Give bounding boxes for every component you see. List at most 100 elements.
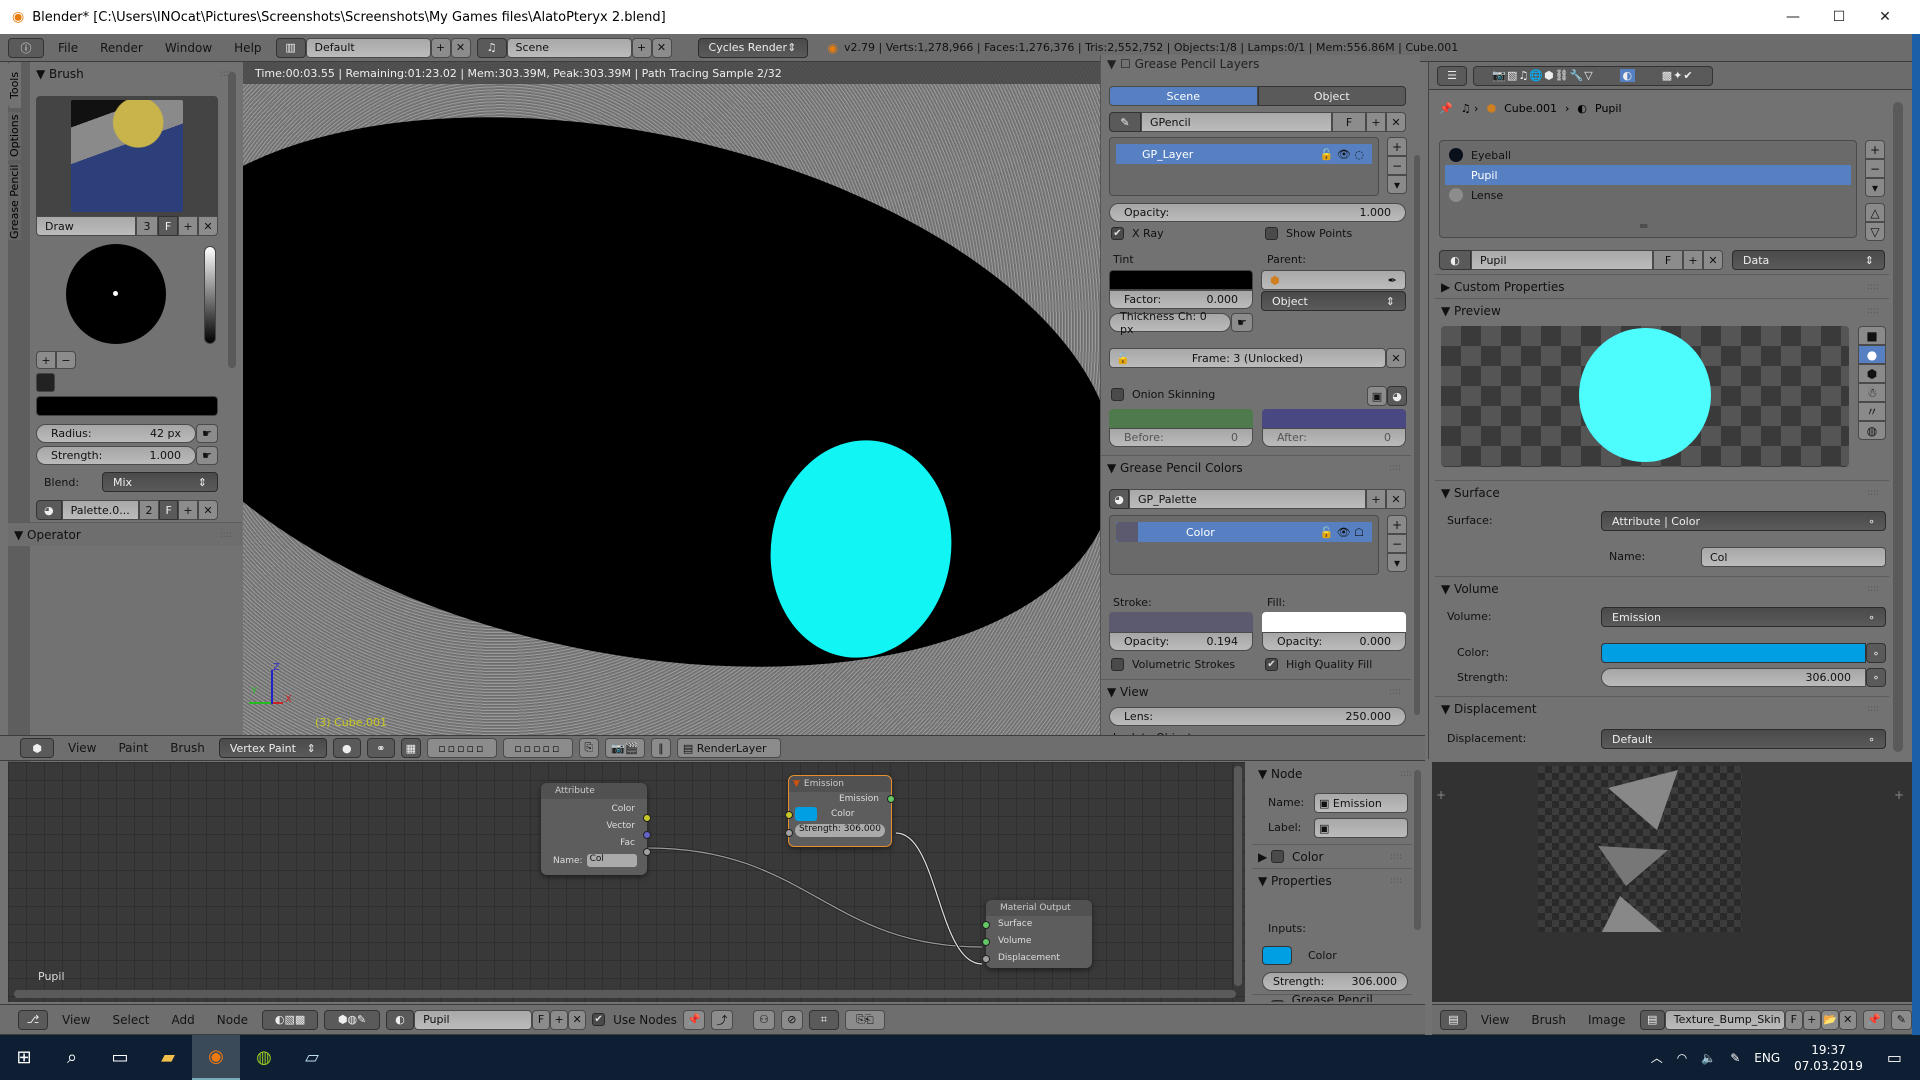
surface-shader-select[interactable]: Attribute | Color ∘ (1601, 511, 1886, 531)
paint-mode-icon[interactable]: ✎ (1890, 1009, 1912, 1030)
remove-slot-button[interactable]: − (1865, 159, 1885, 178)
menu-render[interactable]: Render (92, 41, 151, 55)
material-slot-item[interactable]: Pupil (1445, 165, 1851, 185)
menu-file[interactable]: File (50, 41, 86, 55)
gp-layers-side-header[interactable]: ▼ ✔ Grease Pencil Layers (1252, 993, 1412, 1002)
volume-strength-slider[interactable]: 306.000 (1601, 668, 1866, 687)
move-slot-down-button[interactable]: ▽ (1865, 222, 1885, 241)
maximize-button[interactable]: ☐ (1816, 0, 1862, 34)
palette-icon[interactable]: ◕ (36, 500, 62, 520)
emission-color-swatch[interactable] (795, 807, 817, 821)
add-brush-button[interactable]: + (178, 216, 198, 236)
add-icon[interactable]: + (1894, 788, 1904, 802)
image-name-field[interactable]: Texture_Bump_Skin (1664, 1009, 1785, 1030)
color-socket-button[interactable]: ∘ (1866, 643, 1886, 663)
attr-name-field[interactable]: Col (1701, 547, 1886, 567)
preview-monkey-icon[interactable]: ☃ (1858, 383, 1886, 402)
node-label-field[interactable]: ▣ (1314, 818, 1408, 838)
material-name-field[interactable]: Pupil (1471, 250, 1653, 270)
volume-icon[interactable]: 🔈 (1701, 1051, 1716, 1065)
add-gp-button[interactable]: + (1366, 112, 1386, 132)
onion-after-color[interactable] (1262, 409, 1406, 428)
tab-scene[interactable]: Scene (1109, 86, 1258, 106)
attribute-node[interactable]: Attribute Color Vector Fac Name: Col (541, 783, 651, 875)
parent-type-select[interactable]: Object ⇕ (1261, 291, 1406, 311)
node-editor-vscrollbar[interactable] (1234, 766, 1242, 986)
current-color-field[interactable] (36, 396, 218, 416)
add-node-material-button[interactable]: + (550, 1009, 569, 1030)
image-browse-icon[interactable]: ▤ (1639, 1009, 1665, 1030)
move-slot-up-button[interactable]: △ (1865, 203, 1885, 222)
onion-after-field[interactable]: After: 0 (1262, 428, 1406, 447)
onion-before-field[interactable]: Before: 0 (1109, 428, 1253, 447)
radius-pressure-icon[interactable]: ☛ (196, 424, 218, 443)
custom-properties-header[interactable]: ▶ Custom Properties:::: (1435, 274, 1889, 298)
menu-add[interactable]: Add (164, 1013, 203, 1027)
material-output-node[interactable]: Material Output Surface Volume Displacem… (982, 900, 1092, 968)
new-image-button[interactable]: + (1802, 1009, 1821, 1030)
properties-scrollbar[interactable] (1893, 102, 1903, 752)
delete-layout-button[interactable]: ✕ (450, 37, 471, 58)
menu-select[interactable]: Select (104, 1013, 157, 1027)
close-button[interactable]: ✕ (1862, 0, 1908, 34)
network-icon[interactable]: ◠ (1677, 1051, 1687, 1065)
gp-layer-item[interactable]: GP_Layer 🔓 👁 ◌ (1116, 144, 1372, 164)
resize-handle-icon[interactable]: ═ (1640, 219, 1647, 233)
preview-hair-icon[interactable]: 〃 (1858, 402, 1886, 421)
minimize-button[interactable]: — (1770, 0, 1816, 34)
add-material-button[interactable]: + (1683, 250, 1703, 270)
search-icon[interactable]: ⌕ (48, 1035, 96, 1080)
fill-color-field[interactable] (1262, 612, 1406, 632)
tray-chevron-icon[interactable]: ︿ (1651, 1049, 1663, 1066)
use-nodes-checkbox[interactable]: ✔ Use Nodes (592, 1013, 677, 1027)
strength-pressure-icon[interactable]: ☛ (196, 446, 218, 465)
pencil-icon[interactable]: ✎ (1109, 112, 1141, 132)
attribute-node-header[interactable]: Attribute (541, 783, 647, 799)
show-points-checkbox[interactable]: Show Points (1265, 227, 1352, 240)
stroke-color-field[interactable] (1109, 612, 1253, 632)
blend-select[interactable]: Mix ⇕ (102, 472, 218, 492)
open-image-button[interactable]: 📂 (1820, 1009, 1839, 1030)
delete-gp-palette-button[interactable]: ✕ (1386, 489, 1406, 509)
gp-palette-name[interactable]: GP_Palette (1129, 489, 1366, 509)
socket-vector[interactable] (643, 831, 651, 839)
node-material-field[interactable]: Pupil (414, 1009, 533, 1030)
color-specials-button[interactable]: ▾ (1387, 553, 1407, 572)
menu-paint[interactable]: Paint (110, 741, 156, 755)
screen-layout-field[interactable]: Default (305, 37, 431, 58)
fill-opacity-slider[interactable]: Opacity: 0.000 (1262, 632, 1406, 651)
layers-grid-2[interactable]: ▫▫▫▫▫ (502, 738, 573, 758)
copy-paste-icon[interactable]: ⎘⎗ (844, 1009, 885, 1030)
brush-name-field[interactable]: Draw (36, 216, 136, 236)
hq-fill-checkbox[interactable]: ✔ High Quality Fill (1265, 658, 1372, 671)
clock[interactable]: 19:37 07.03.2019 (1794, 1042, 1863, 1074)
unlink-material-button[interactable]: ✕ (1703, 250, 1723, 270)
menu-view[interactable]: View (60, 741, 104, 755)
add-layer-button[interactable]: + (1387, 137, 1407, 156)
blender-taskbar-icon[interactable]: ◉ (192, 1035, 240, 1080)
node-input-color-swatch[interactable] (1262, 946, 1292, 965)
volumetric-strokes-checkbox[interactable]: Volumetric Strokes (1111, 658, 1235, 671)
face-mask-icon[interactable]: ▦ (400, 738, 421, 758)
shading-icon[interactable]: ● (332, 738, 361, 758)
pin-icon[interactable]: 📌 (682, 1009, 705, 1030)
remove-layer-button[interactable]: − (1387, 156, 1407, 175)
layer-specials-button[interactable]: ▾ (1387, 175, 1407, 194)
tab-object[interactable]: Object (1257, 86, 1406, 106)
shader-source-buttons[interactable]: ⬢◍✎ (324, 1009, 381, 1030)
task-view-icon[interactable]: ▭ (96, 1035, 144, 1080)
socket-color-in[interactable] (785, 811, 793, 819)
unlink-image-button[interactable]: ✕ (1838, 1009, 1857, 1030)
pen-icon[interactable]: ✎ (1730, 1051, 1740, 1065)
material-tab-icon[interactable]: ◐ (1620, 69, 1636, 82)
onion-camera-icon[interactable]: ▣ (1367, 386, 1387, 406)
volume-shader-select[interactable]: Emission ∘ (1601, 607, 1886, 627)
mode-select[interactable]: Vertex Paint ⇕ (218, 738, 327, 758)
add-slot-button[interactable]: + (1865, 140, 1885, 159)
stroke-opacity-slider[interactable]: Opacity: 0.194 (1109, 632, 1253, 651)
editor-type-image-icon[interactable]: ▤ (1440, 1009, 1467, 1030)
menu-brush[interactable]: Brush (162, 741, 213, 755)
delete-frame-button[interactable]: ✕ (1386, 348, 1406, 368)
material-slot-item[interactable]: Eyeball (1445, 145, 1851, 165)
onion-skinning-checkbox[interactable]: Onion Skinning (1111, 388, 1215, 401)
